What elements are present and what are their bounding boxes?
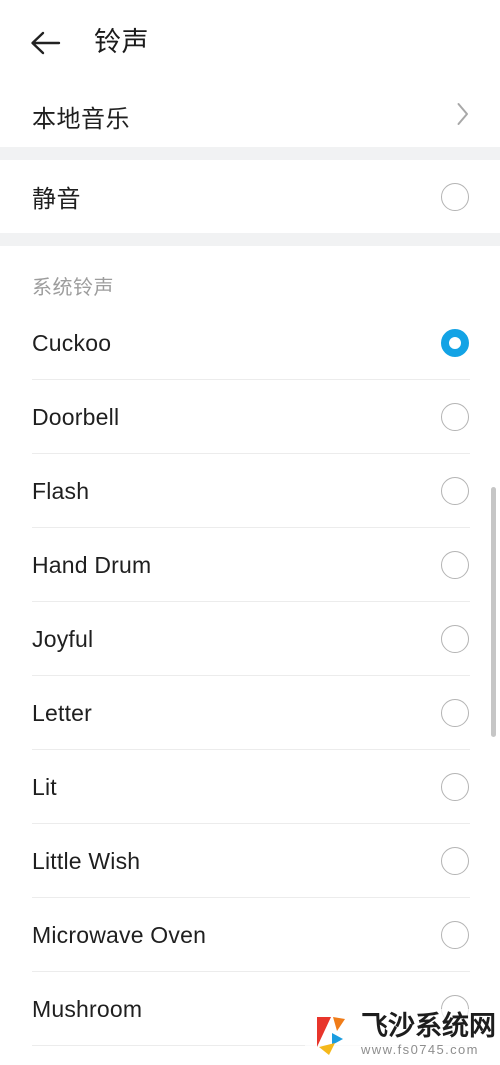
- section-divider-top: [0, 147, 500, 160]
- ringtone-radio[interactable]: [441, 921, 469, 949]
- system-ringtones-caption-label: 系统铃声: [32, 277, 114, 299]
- ringtone-label: Flash: [32, 477, 90, 504]
- ringtone-radio-selected[interactable]: [441, 329, 469, 357]
- silent-radio[interactable]: [441, 182, 469, 211]
- local-music-label: 本地音乐: [32, 105, 130, 133]
- ringtone-row[interactable]: Letter: [0, 676, 500, 750]
- section-divider-bottom: [0, 233, 500, 246]
- ringtone-radio[interactable]: [441, 477, 469, 505]
- back-button[interactable]: [28, 21, 72, 65]
- ringtone-row[interactable]: Mushroom: [0, 972, 500, 1046]
- scrollbar-thumb[interactable]: [491, 487, 496, 737]
- ringtone-row[interactable]: Doorbell: [0, 380, 500, 454]
- ringtone-row[interactable]: Flash: [0, 454, 500, 528]
- ringtone-row[interactable]: Cuckoo: [0, 306, 500, 380]
- ringtone-radio[interactable]: [441, 403, 469, 431]
- ringtone-radio[interactable]: [441, 847, 469, 875]
- ringtone-label: Joyful: [32, 625, 94, 652]
- ringtone-label: Cuckoo: [32, 329, 112, 356]
- ringtone-row[interactable]: Hand Drum: [0, 528, 500, 602]
- ringtone-radio[interactable]: [441, 625, 469, 653]
- ringtone-row[interactable]: Microwave Oven: [0, 898, 500, 972]
- ringtone-radio[interactable]: [441, 995, 469, 1023]
- system-ringtones-caption: 系统铃声: [0, 246, 500, 306]
- option-row-silent[interactable]: 静音: [0, 160, 500, 233]
- ringtone-label: Little Wish: [32, 847, 141, 874]
- ringtone-label: Mushroom: [32, 995, 143, 1022]
- ringtone-row[interactable]: Little Wish: [0, 824, 500, 898]
- page-title: 铃声: [94, 27, 149, 57]
- arrow-left-icon: [28, 28, 62, 58]
- ringtone-label: Lit: [32, 773, 57, 800]
- chevron-right-icon: [456, 102, 470, 131]
- ringtone-radio[interactable]: [441, 773, 469, 801]
- local-music-row[interactable]: 本地音乐: [0, 85, 500, 147]
- ringtone-radio[interactable]: [441, 699, 469, 727]
- ringtone-label: Doorbell: [32, 403, 120, 430]
- silent-label: 静音: [32, 186, 81, 213]
- ringtone-settings-screen: 铃声 本地音乐 静音 系统铃声 Cuckoo Doorbell Flash Hand …: [0, 0, 500, 1065]
- ringtone-row[interactable]: Joyful: [0, 602, 500, 676]
- app-bar: 铃声: [0, 0, 500, 85]
- ringtone-radio[interactable]: [441, 551, 469, 579]
- ringtone-list: Cuckoo Doorbell Flash Hand Drum Joyful Letter…: [0, 306, 500, 1065]
- ringtone-row[interactable]: New World: [0, 1046, 500, 1065]
- ringtone-label: Microwave Oven: [32, 921, 207, 948]
- ringtone-label: Letter: [32, 699, 93, 726]
- ringtone-row[interactable]: Lit: [0, 750, 500, 824]
- ringtone-label: Hand Drum: [32, 551, 152, 578]
